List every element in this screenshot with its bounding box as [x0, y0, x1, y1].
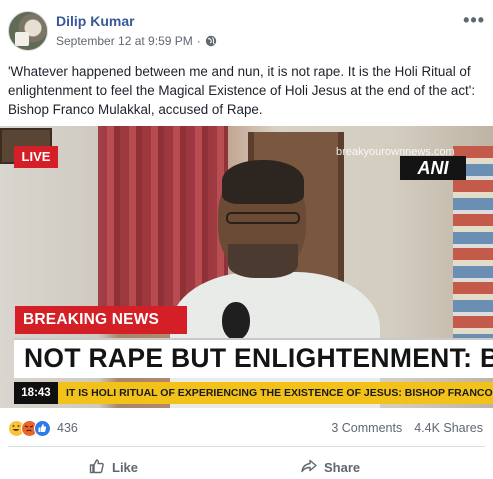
live-badge: LIVE [14, 146, 58, 168]
shares-link[interactable]: 4.4K Shares [414, 421, 483, 435]
avatar[interactable] [8, 11, 48, 51]
post-timestamp[interactable]: September 12 at 9:59 PM [56, 34, 193, 48]
engagement-stats: 3 Comments 4.4K Shares [331, 421, 483, 435]
headline-text: NOT RAPE BUT ENLIGHTENMENT: BI [24, 343, 493, 373]
more-options-icon[interactable]: ••• [463, 10, 485, 31]
thumbs-up-icon [88, 457, 106, 478]
reactions-summary[interactable]: 436 [8, 418, 78, 438]
post-meta: September 12 at 9:59 PM · [56, 34, 217, 48]
like-reaction-icon [34, 419, 51, 437]
avatar-detail [15, 32, 29, 46]
video-thumbnail[interactable]: LIVE breakyourownnews.com ANI BREAKING N… [0, 126, 493, 408]
headline-bar: NOT RAPE BUT ENLIGHTENMENT: BI [14, 338, 493, 378]
person-hair [222, 160, 304, 204]
person-glasses [226, 212, 300, 224]
actions-divider [8, 446, 485, 447]
post-caption: 'Whatever happened between me and nun, i… [8, 64, 476, 117]
share-arrow-icon [300, 457, 318, 478]
meta-separator: · [196, 34, 201, 48]
microphone [222, 302, 250, 340]
post-actions: Like Share [0, 453, 493, 479]
like-button[interactable]: Like [88, 457, 138, 478]
news-ticker: 18:43 IT IS HOLI RITUAL OF EXPERIENCING … [14, 382, 493, 404]
ticker-text: IT IS HOLI RITUAL OF EXPERIENCING THE EX… [66, 387, 493, 399]
share-label: Share [324, 460, 361, 475]
reaction-count: 436 [57, 421, 78, 435]
ticker-time: 18:43 [14, 382, 58, 404]
facebook-post: Dilip Kumar September 12 at 9:59 PM · ••… [0, 0, 493, 479]
breaking-news-label: BREAKING NEWS [15, 306, 187, 334]
share-button[interactable]: Share [300, 457, 360, 478]
channel-logo: ANI [400, 156, 466, 180]
person-beard [228, 244, 298, 278]
globe-icon[interactable] [205, 35, 217, 47]
comments-link[interactable]: 3 Comments [331, 421, 402, 435]
like-label: Like [112, 460, 139, 475]
author-name[interactable]: Dilip Kumar [56, 13, 135, 29]
